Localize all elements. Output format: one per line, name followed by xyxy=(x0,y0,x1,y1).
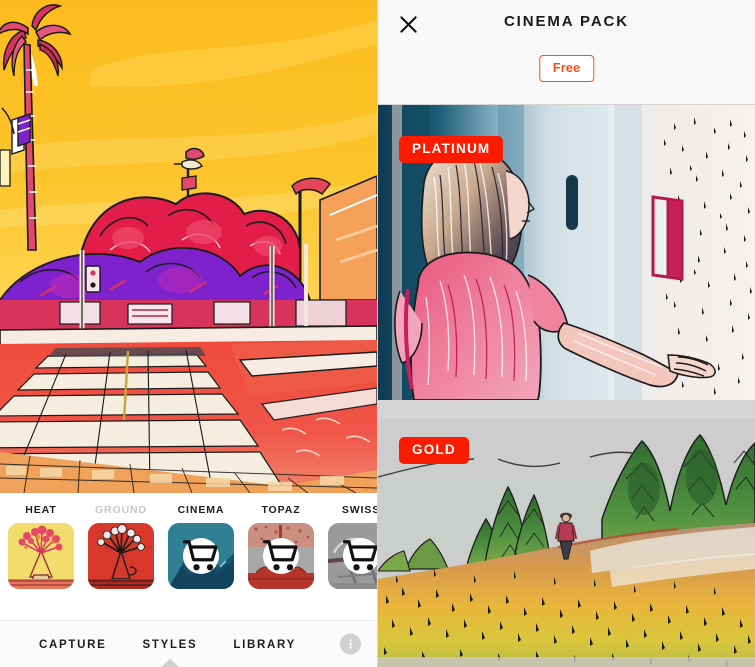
nav-item-styles[interactable]: STYLES xyxy=(142,638,198,667)
lock-cart-overlay[interactable] xyxy=(183,538,219,574)
tier-badge-gold: GOLD xyxy=(399,437,469,464)
bottom-nav: CAPTURE STYLES LIBRARY i xyxy=(0,620,377,667)
style-thumbnail[interactable] xyxy=(168,523,234,589)
info-icon[interactable]: i xyxy=(340,633,361,655)
style-list: HEAT GROUND CINEMA TOPAZ SWISS xyxy=(8,493,377,589)
styled-street-photo xyxy=(0,0,377,493)
style-label: CINEMA xyxy=(177,504,225,516)
left-panel: HEAT GROUND CINEMA TOPAZ SWISS CAPTURE S… xyxy=(0,0,377,667)
style-thumbnail[interactable] xyxy=(8,523,74,589)
styled-photo-stage[interactable] xyxy=(0,0,377,493)
ground-thumbnail-art xyxy=(88,523,154,589)
platinum-preview[interactable]: PLATINUM xyxy=(378,105,755,400)
shopping-cart-icon xyxy=(343,540,377,571)
tier-badge-platinum: PLATINUM xyxy=(399,136,504,163)
style-item-cinema[interactable]: CINEMA xyxy=(168,493,234,589)
pack-header: CINEMA PACK Free xyxy=(378,0,755,104)
style-item-swiss[interactable]: SWISS xyxy=(328,493,377,589)
style-thumbnail[interactable] xyxy=(328,523,377,589)
right-panel: CINEMA PACK Free PLATINUM GOLD xyxy=(378,0,755,667)
price-button[interactable]: Free xyxy=(538,55,595,83)
style-item-ground[interactable]: GROUND xyxy=(88,493,154,589)
style-label: TOPAZ xyxy=(261,504,301,516)
style-item-heat[interactable]: HEAT xyxy=(8,493,74,589)
page-title: CINEMA PACK xyxy=(503,13,630,30)
heat-thumbnail-art xyxy=(8,523,74,589)
gold-preview[interactable]: GOLD xyxy=(378,419,755,667)
shopping-cart-icon xyxy=(183,540,218,571)
nav-item-library[interactable]: LIBRARY xyxy=(233,639,296,651)
lock-cart-overlay[interactable] xyxy=(343,538,377,574)
style-label: GROUND xyxy=(94,504,148,516)
style-strip[interactable]: HEAT GROUND CINEMA TOPAZ SWISS xyxy=(0,493,377,620)
style-item-topaz[interactable]: TOPAZ xyxy=(248,493,314,589)
shopping-cart-icon xyxy=(263,540,298,571)
style-thumbnail[interactable] xyxy=(248,523,314,589)
nav-item-styles-label: STYLES xyxy=(142,638,198,651)
style-thumbnail[interactable] xyxy=(88,523,154,589)
nav-item-capture[interactable]: CAPTURE xyxy=(39,639,107,651)
active-tab-caret-icon xyxy=(160,658,179,667)
style-label: SWISS xyxy=(341,504,377,516)
lock-cart-overlay[interactable] xyxy=(263,538,299,574)
style-label: HEAT xyxy=(25,504,57,516)
nav-items: CAPTURE STYLES LIBRARY xyxy=(0,621,335,667)
style-app-window: HEAT GROUND CINEMA TOPAZ SWISS CAPTURE S… xyxy=(0,0,755,667)
info-icon-label: i xyxy=(348,636,353,651)
